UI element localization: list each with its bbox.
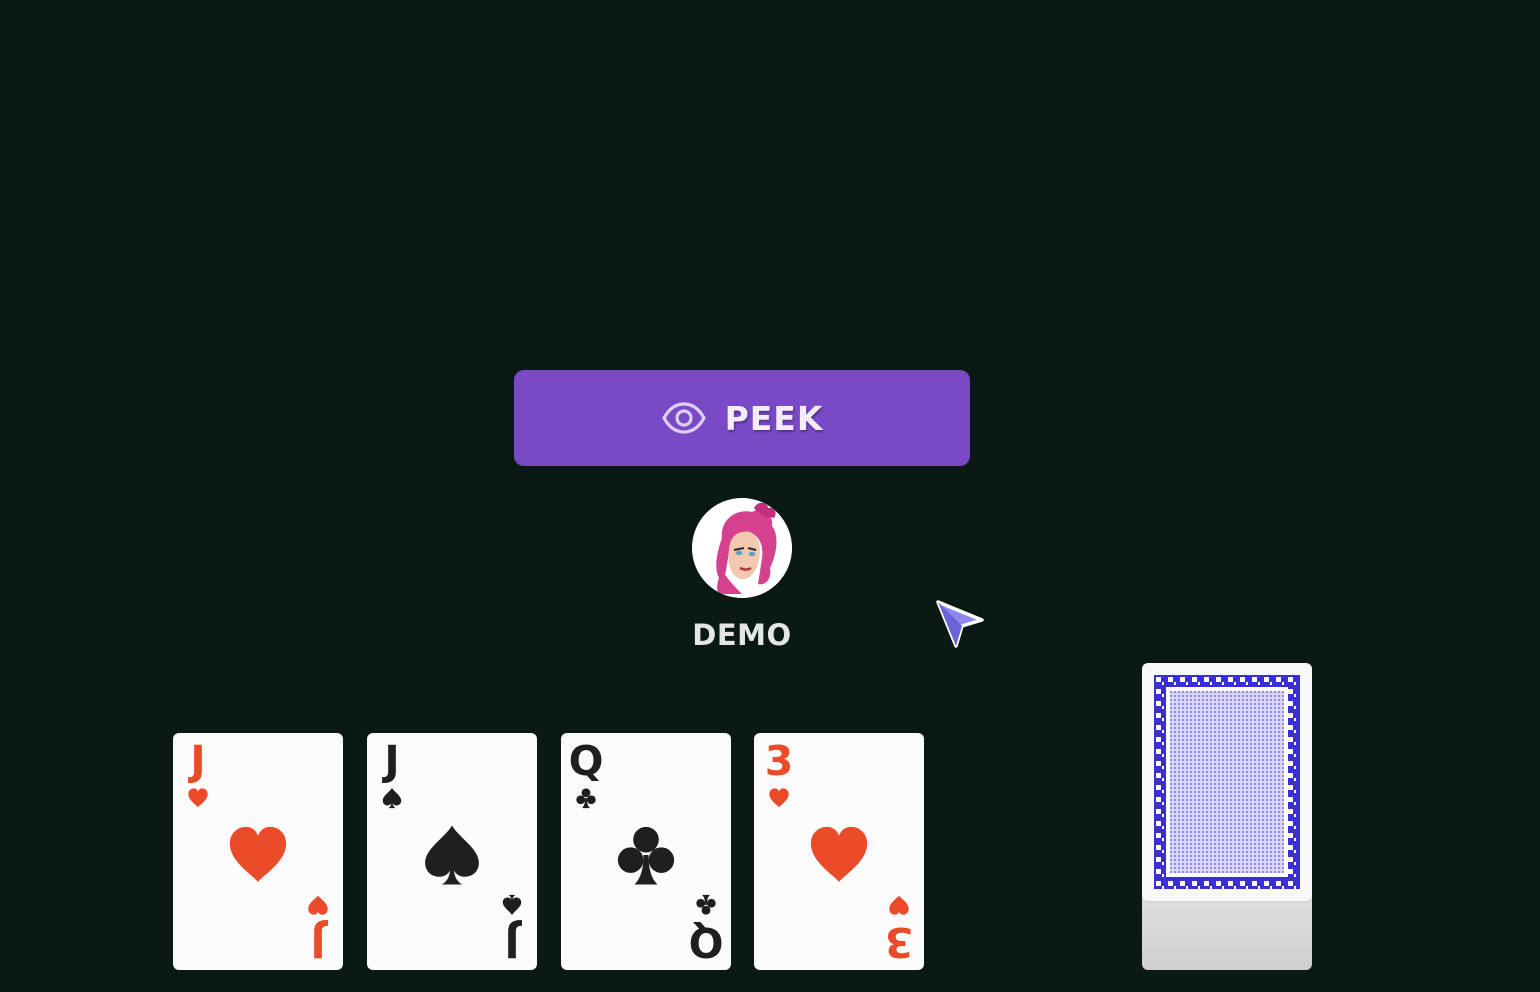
clubs-icon <box>575 787 597 809</box>
player-avatar-image <box>692 498 792 598</box>
peek-button-label: PEEK <box>724 398 824 438</box>
spades-icon <box>381 787 403 809</box>
hearts-icon <box>307 894 329 916</box>
hearts-icon <box>225 823 291 887</box>
hearts-icon <box>888 894 910 916</box>
clubs-icon <box>695 894 717 916</box>
hand-card[interactable]: JJ <box>367 733 537 970</box>
card-rank: 3 <box>764 737 794 785</box>
peek-button[interactable]: PEEK <box>514 370 970 466</box>
card-rank-inverted: 3 <box>884 918 914 966</box>
hand-card[interactable]: 33 <box>754 733 924 970</box>
player-name: DEMO <box>692 618 792 652</box>
hearts-icon <box>806 823 872 887</box>
spades-icon <box>419 823 485 887</box>
card-rank-inverted: J <box>504 918 520 966</box>
eye-icon <box>661 402 706 434</box>
card-rank: Q <box>568 737 604 785</box>
card-rank-inverted: Q <box>688 918 724 966</box>
draw-pile[interactable] <box>1142 663 1312 970</box>
hand-card[interactable]: JJ <box>173 733 343 970</box>
hearts-icon <box>187 787 209 809</box>
spades-icon <box>501 894 523 916</box>
avatar <box>692 498 792 598</box>
card-rank: J <box>190 737 206 785</box>
deck-top-card-back <box>1142 663 1312 901</box>
card-back-pattern <box>1154 675 1300 889</box>
hearts-icon <box>768 787 790 809</box>
pointer-cursor-icon <box>936 600 984 648</box>
clubs-icon <box>613 823 679 887</box>
card-rank: J <box>384 737 400 785</box>
hand-card[interactable]: QQ <box>561 733 731 970</box>
card-rank-inverted: J <box>310 918 326 966</box>
